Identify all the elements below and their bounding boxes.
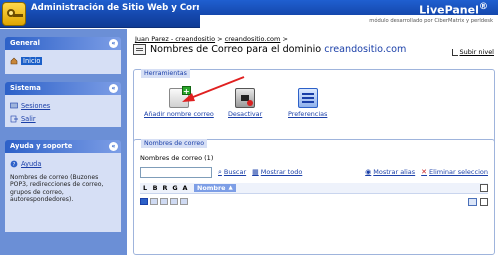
delete-selection-button[interactable]: ✕ Eliminar seleccion xyxy=(421,168,488,176)
mailbox-icon xyxy=(140,198,148,205)
page-title: Nombres de Correo para el dominio creand… xyxy=(150,44,407,55)
autoresponder-icon xyxy=(180,198,188,205)
show-all-icon: ▦ xyxy=(252,168,259,176)
sidebar-item-inicio[interactable]: Inicio xyxy=(10,55,116,67)
app-title: Administración de Sitio Web y Correo Ele… xyxy=(31,3,199,13)
help-icon: ? xyxy=(10,160,18,168)
show-alias-button[interactable]: ◉ Mostrar alias xyxy=(365,168,415,176)
delete-x-icon: ✕ xyxy=(421,168,428,176)
row-checkbox[interactable] xyxy=(480,197,488,206)
sidebar-item-sesiones[interactable]: Sesiones xyxy=(10,100,116,112)
help-description: Nombres de correo (Buzones POP3, redirec… xyxy=(10,174,104,204)
sidebar: General « Inicio Sistema « Sesiones Sali… xyxy=(0,29,127,255)
names-count: Nombres de correo (1) xyxy=(140,154,214,162)
mailbox-icon xyxy=(150,198,158,205)
red-arrow-annotation xyxy=(182,76,245,102)
search-button[interactable]: ⌕ Buscar xyxy=(218,168,246,177)
mail-names-icon xyxy=(133,44,146,55)
group-icon xyxy=(170,198,178,205)
breadcrumb: Juan Parez - creandositio > creandositio… xyxy=(135,35,288,43)
preferences-icon xyxy=(297,88,318,108)
search-icon: ⌕ xyxy=(218,167,222,176)
column-header-g[interactable]: G xyxy=(170,184,180,192)
breadcrumb-item-account[interactable]: Juan Parez - creandositio xyxy=(135,35,215,43)
column-header-b[interactable]: B xyxy=(150,184,160,192)
names-table-header: L B R G A Nombre ▲ xyxy=(140,183,488,194)
table-row xyxy=(140,196,488,207)
main-content: Juan Parez - creandositio > creandositio… xyxy=(131,29,498,255)
keys-logo-icon xyxy=(2,2,26,26)
collapse-icon[interactable]: « xyxy=(109,39,118,48)
column-header-name[interactable]: Nombre ▲ xyxy=(194,184,236,192)
show-all-button[interactable]: ▦ Mostrar todo xyxy=(252,168,302,176)
up-arrow-icon xyxy=(451,48,458,56)
page-title-row: Nombres de Correo para el dominio creand… xyxy=(133,44,406,55)
sessions-icon xyxy=(10,102,18,109)
collapse-icon[interactable]: « xyxy=(109,84,118,93)
sidebar-item-ayuda[interactable]: ? Ayuda xyxy=(10,158,116,170)
sidebar-item-salir[interactable]: Salir xyxy=(10,113,116,125)
search-input[interactable] xyxy=(140,166,212,178)
sidebar-section-general: General « Inicio xyxy=(5,37,121,74)
section-header-ayuda[interactable]: Ayuda y soporte « xyxy=(5,140,121,153)
names-legend: Nombres de correo xyxy=(141,139,208,148)
mail-names-panel: Nombres de correo Nombres de correo (1) … xyxy=(133,139,495,255)
search-row: ⌕ Buscar ▦ Mostrar todo ◉ Mostrar alias … xyxy=(140,166,488,178)
collapse-icon[interactable]: « xyxy=(109,142,118,151)
up-level-link[interactable]: Subir nivel xyxy=(451,48,494,56)
top-header: Administración de Sitio Web y Correo Ele… xyxy=(0,0,498,28)
column-header-a[interactable]: A xyxy=(180,184,190,192)
preferences-button[interactable]: Preferencias xyxy=(288,88,327,118)
section-header-general[interactable]: General « xyxy=(5,37,121,50)
select-all-checkbox[interactable] xyxy=(480,184,488,192)
home-icon xyxy=(10,57,18,65)
redirect-icon xyxy=(160,198,168,205)
page-title-domain: creandositio.com xyxy=(324,44,407,55)
sidebar-section-ayuda: Ayuda y soporte « ? Ayuda Nombres de cor… xyxy=(5,140,121,232)
section-header-sistema[interactable]: Sistema « xyxy=(5,82,121,95)
sidebar-section-sistema: Sistema « Sesiones Salir xyxy=(5,82,121,127)
eye-icon: ◉ xyxy=(365,168,372,176)
svg-text:?: ? xyxy=(13,162,16,168)
column-header-r[interactable]: R xyxy=(160,184,170,192)
column-header-l[interactable]: L xyxy=(140,184,150,192)
sort-ascending-icon: ▲ xyxy=(228,185,233,191)
row-stats-button[interactable] xyxy=(468,197,477,206)
breadcrumb-item-domain[interactable]: creandositio.com xyxy=(225,35,281,43)
logout-icon xyxy=(10,115,18,123)
brand-subtitle: módulo desarrollado por CiberMatrix y pe… xyxy=(200,15,498,28)
